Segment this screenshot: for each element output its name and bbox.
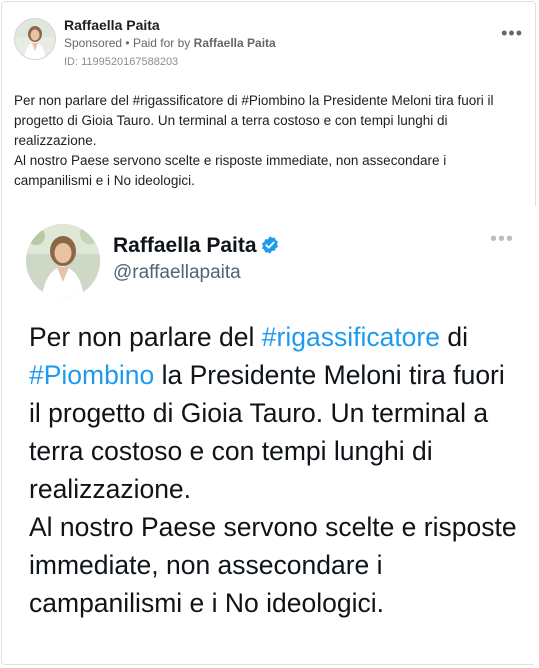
ad-caption: Per non parlare del #rigassificatore di … — [14, 91, 519, 191]
author-name[interactable]: Raffaella Paita — [64, 17, 160, 33]
ellipsis-icon: ••• — [489, 228, 514, 250]
tweet-avatar — [26, 224, 100, 298]
tweet-paragraph-2: Al nostro Paese servono scelte e rispost… — [29, 512, 517, 618]
paid-for-name[interactable]: Raffaella Paita — [194, 36, 276, 50]
paid-for-prefix: Paid for by — [132, 36, 191, 50]
tweet-author-label: Raffaella Paita — [113, 234, 257, 257]
ad-card: Raffaella Paita Sponsored • Paid for by … — [1, 1, 536, 665]
tweet-text-part: di — [439, 322, 468, 352]
tweet-handle: @raffaellapaita — [113, 262, 241, 283]
profile-photo-icon — [26, 224, 100, 298]
profile-photo-icon — [15, 19, 55, 59]
tweet-paragraph-1: Per non parlare del #rigassificatore di … — [29, 318, 519, 508]
ellipsis-icon[interactable]: ••• — [501, 24, 523, 42]
tweet-author-name: Raffaella Paita — [113, 234, 280, 258]
caption-paragraph-1: Per non parlare del #rigassificatore di … — [14, 93, 494, 148]
avatar[interactable] — [14, 18, 56, 60]
ad-header: Raffaella Paita Sponsored • Paid for by … — [14, 14, 523, 70]
hashtag-link: #Piombino — [29, 360, 155, 390]
verified-badge-icon — [261, 236, 278, 254]
caption-paragraph-2: Al nostro Paese servono scelte e rispost… — [14, 153, 447, 188]
ad-id: ID: 1199520167588203 — [64, 56, 179, 68]
sponsored-label: Sponsored — [64, 36, 123, 50]
hashtag-link: #rigassificatore — [261, 322, 440, 352]
sponsored-line: Sponsored • Paid for by Raffaella Paita — [64, 36, 276, 50]
separator-dot: • — [125, 36, 133, 50]
tweet-image: Raffaella Paita @raffaellapaita ••• Per … — [3, 206, 536, 664]
tweet-text: Per non parlare del #rigassificatore di … — [29, 318, 519, 622]
tweet-text-part: Per non parlare del — [29, 322, 262, 352]
